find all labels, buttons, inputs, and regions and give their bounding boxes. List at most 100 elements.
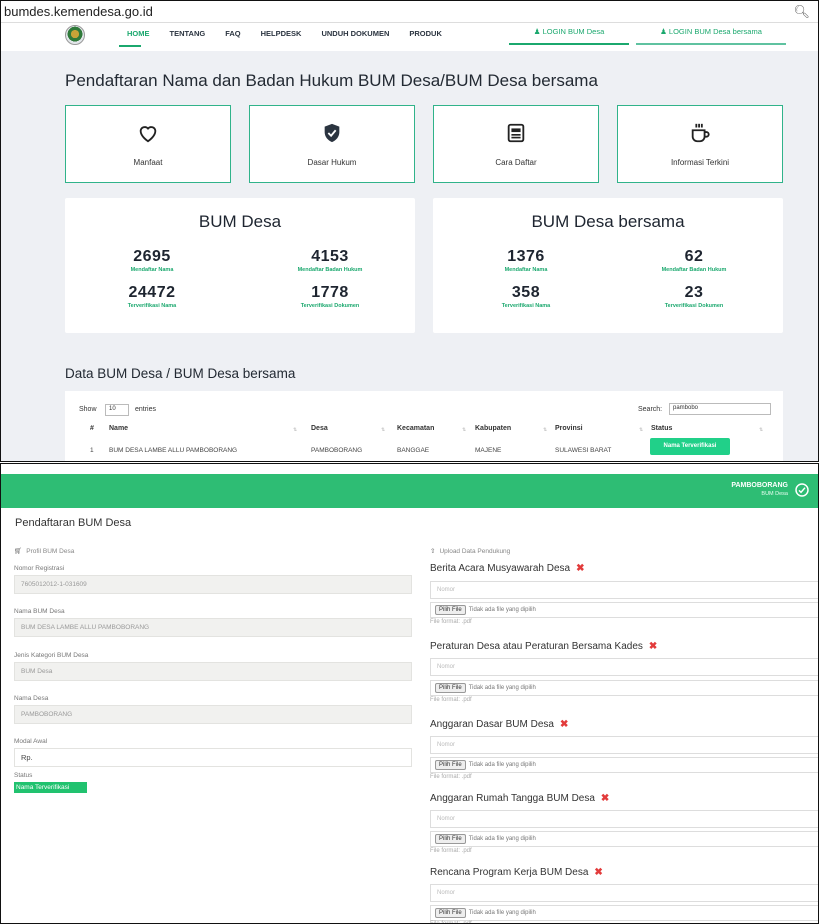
header-desa-name: PAMBOBORANG — [731, 482, 788, 489]
pilih-file-button[interactable]: Pilih File — [435, 605, 466, 615]
file-format-hint: File format: .pdf — [430, 619, 472, 625]
sort-icon[interactable]: ⇅ — [381, 427, 385, 433]
coffee-cup-icon — [691, 123, 710, 142]
stats-bum-desa-bersama: BUM Desa bersama 1376 Mendaftar Nama 62 Me… — [433, 198, 783, 333]
magnifier-icon[interactable]: 🔍︎ — [793, 4, 810, 20]
sort-icon[interactable]: ⇅ — [293, 427, 297, 433]
login-underline — [509, 43, 629, 45]
document-list-icon — [507, 123, 525, 142]
page-title: Pendaftaran Nama dan Badan Hukum BUM Des… — [65, 71, 598, 90]
file-picker[interactable]: Pilih File Tidak ada file yang dipilih — [430, 831, 818, 847]
col-provinsi[interactable]: Provinsi — [555, 425, 583, 432]
cell-desa: PAMBOBORANG — [311, 447, 363, 454]
check-circle-icon — [795, 483, 809, 497]
pilih-file-button[interactable]: Pilih File — [435, 760, 466, 770]
no-file-text: Tidak ada file yang dipilih — [468, 685, 536, 691]
status-badge: Nama Terverifikasi — [14, 782, 87, 793]
kemendesa-logo[interactable] — [65, 25, 85, 45]
menu-helpdesk[interactable]: HELPDESK — [251, 23, 312, 51]
stat-value: 62 — [684, 248, 704, 265]
card-manfaat[interactable]: Manfaat — [65, 105, 231, 183]
upload-title: Anggaran Rumah Tangga BUM Desa ✖ — [430, 793, 609, 804]
col-kabupaten[interactable]: Kabupaten — [475, 425, 511, 432]
required-icon: ✖ — [594, 867, 603, 878]
address-bar[interactable]: bumdes.kemendesa.go.id 🔍︎ — [1, 1, 818, 23]
nomor-input[interactable]: Nomor — [430, 884, 818, 902]
sort-icon[interactable]: ⇅ — [759, 427, 763, 433]
col-kecamatan[interactable]: Kecamatan — [397, 425, 434, 432]
field-label: Nama BUM Desa — [14, 608, 65, 615]
nomor-input[interactable]: Nomor — [430, 581, 818, 599]
login-bum-desa-bersama-label: LOGIN BUM Desa bersama — [668, 27, 762, 36]
stat-item: 23 Terverifikasi Dokumen — [629, 284, 759, 309]
registration-form-screenshot: PAMBOBORANG BUM Desa Pendaftaran BUM Des… — [0, 463, 819, 924]
stat-item: 358 Terverifikasi Nama — [461, 284, 591, 309]
upload-title-text: Anggaran Dasar BUM Desa — [430, 719, 554, 730]
upload-section-header: ⇧ Upload Data Pendukung — [430, 547, 510, 555]
search-label: Search: — [638, 406, 663, 413]
stat-label: Mendaftar Badan Hukum — [297, 267, 363, 273]
file-picker[interactable]: Pilih File Tidak ada file yang dipilih — [430, 602, 818, 618]
data-section-title: Data BUM Desa / BUM Desa bersama — [65, 366, 296, 381]
profil-section-header: 🛒︎ Profil BUM Desa — [14, 547, 74, 555]
menu-produk[interactable]: PRODUK — [399, 23, 452, 51]
no-file-text: Tidak ada file yang dipilih — [468, 607, 536, 613]
pilih-file-button[interactable]: Pilih File — [435, 834, 466, 844]
data-table: Show 10 entries Search: pambobo # Name ⇅… — [65, 391, 783, 461]
menu-tentang[interactable]: TENTANG — [160, 23, 216, 51]
shield-check-icon — [324, 123, 340, 142]
stat-label: Terverifikasi Dokumen — [300, 303, 360, 309]
url-text: bumdes.kemendesa.go.id — [4, 4, 153, 19]
modal-awal-input[interactable]: Rp. — [14, 748, 412, 767]
sort-icon[interactable]: ⇅ — [639, 427, 643, 433]
field-label: Jenis Kategori BUM Desa — [14, 652, 89, 659]
col-desa[interactable]: Desa — [311, 425, 328, 432]
header-desa-type: BUM Desa — [761, 491, 788, 497]
status-badge[interactable]: Nama Terverifikasi — [650, 438, 730, 455]
nomor-input[interactable]: Nomor — [430, 810, 818, 828]
nomor-input[interactable]: Nomor — [430, 658, 818, 676]
user-icon: ♟ — [533, 27, 543, 36]
field-label: Nomor Registrasi — [14, 565, 65, 572]
entries-label: entries — [135, 406, 157, 413]
nomor-input[interactable]: Nomor — [430, 736, 818, 754]
stat-value: 24472 — [128, 284, 176, 301]
login-bum-desa-button[interactable]: ♟ LOGIN BUM Desa — [509, 23, 629, 51]
card-label: Dasar Hukum — [307, 157, 357, 167]
card-informasi-terkini[interactable]: Informasi Terkini — [617, 105, 783, 183]
required-icon: ✖ — [648, 641, 658, 652]
sort-icon[interactable]: ⇅ — [543, 427, 547, 433]
login-bum-desa-bersama-button[interactable]: ♟ LOGIN BUM Desa bersama — [636, 23, 786, 51]
search-input[interactable]: pambobo — [669, 403, 771, 415]
upload-title-text: Peraturan Desa atau Peraturan Bersama Ka… — [430, 641, 643, 652]
entries-select[interactable]: 10 — [105, 404, 129, 416]
stat-value: 23 — [684, 284, 704, 301]
file-picker[interactable]: Pilih File Tidak ada file yang dipilih — [430, 757, 818, 773]
pilih-file-button[interactable]: Pilih File — [435, 683, 466, 693]
cell-kabupaten: MAJENE — [475, 447, 502, 454]
stat-item: 1778 Terverifikasi Dokumen — [265, 284, 395, 309]
col-status[interactable]: Status — [651, 425, 672, 432]
upload-title-text: Rencana Program Kerja BUM Desa — [430, 867, 589, 878]
file-picker[interactable]: Pilih File Tidak ada file yang dipilih — [430, 905, 818, 921]
file-format-hint: File format: .pdf — [430, 774, 472, 780]
card-dasar-hukum[interactable]: Dasar Hukum — [249, 105, 415, 183]
pilih-file-button[interactable]: Pilih File — [435, 908, 466, 918]
menu-faq[interactable]: FAQ — [215, 23, 250, 51]
stat-value: 358 — [511, 284, 541, 301]
sort-icon[interactable]: ⇅ — [462, 427, 466, 433]
top-navigation: HOME TENTANG FAQ HELPDESK UNDUH DOKUMEN … — [1, 23, 818, 51]
col-name[interactable]: Name — [109, 425, 128, 432]
stat-label: Mendaftar Badan Hukum — [661, 267, 727, 273]
stats-bum-desa: BUM Desa 2695 Mendaftar Nama 4153 Mendafta… — [65, 198, 415, 333]
login-bersama-underline — [636, 43, 786, 45]
card-cara-daftar[interactable]: Cara Daftar — [433, 105, 599, 183]
col-no: # — [90, 425, 94, 432]
form-header-bar: PAMBOBORANG BUM Desa — [1, 474, 818, 508]
show-label: Show — [79, 406, 97, 413]
upload-title-text: Berita Acara Musyawarah Desa — [430, 563, 571, 574]
users-icon: ♟ — [660, 27, 669, 36]
file-picker[interactable]: Pilih File Tidak ada file yang dipilih — [430, 680, 818, 696]
menu-home[interactable]: HOME — [117, 23, 160, 51]
menu-unduh-dokumen[interactable]: UNDUH DOKUMEN — [311, 23, 399, 51]
